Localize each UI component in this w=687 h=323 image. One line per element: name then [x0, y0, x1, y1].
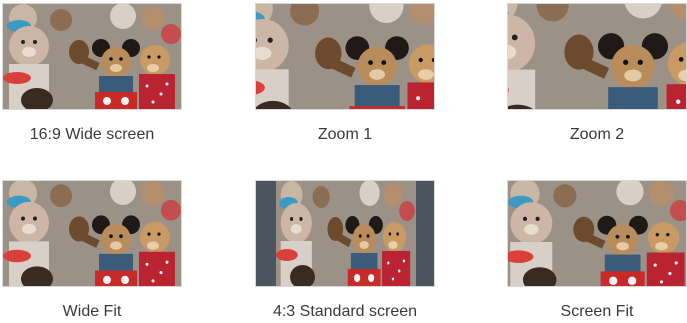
option-label: 4:3 Standard screen	[272, 303, 418, 320]
option-label: Zoom 2	[569, 126, 625, 143]
preview-image-zoom-1[interactable]	[255, 3, 435, 110]
preview-image-wide-fit[interactable]	[2, 180, 182, 287]
preview-image-screen-fit[interactable]	[507, 180, 687, 287]
preview-image-4-3-standard-screen[interactable]	[255, 180, 435, 287]
option-label: Screen Fit	[560, 303, 634, 320]
preview-image-16-9-wide-screen[interactable]	[2, 3, 182, 110]
option-label: 16:9 Wide screen	[29, 126, 155, 143]
preview-image-zoom-2[interactable]	[507, 3, 687, 110]
option-label: Wide Fit	[62, 303, 122, 320]
option-label: Zoom 1	[317, 126, 373, 143]
